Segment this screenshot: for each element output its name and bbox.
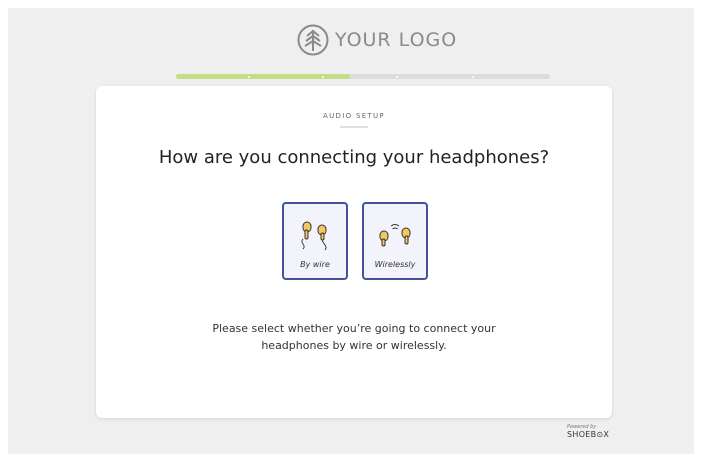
progress-bar <box>176 74 550 79</box>
option-label: Wirelessly <box>374 260 416 269</box>
logo: YOUR LOGO <box>297 24 457 56</box>
progress-step-dot <box>322 75 324 78</box>
wired-earbuds-icon <box>301 221 327 251</box>
wireless-earbuds-icon <box>379 224 411 247</box>
logo-text: YOUR LOGO <box>335 29 458 51</box>
page-title: How are you connecting your headphones? <box>158 147 550 168</box>
instruction-text: Please select whether you’re going to co… <box>212 322 496 352</box>
option-label: By wire <box>300 260 330 269</box>
setup-card: AUDIO SETUP How are you connecting your … <box>96 86 612 418</box>
page-background: YOUR LOGO AUDIO SETUP How are you connec… <box>8 8 694 454</box>
brand-logo: SHOEB⊙X <box>567 430 610 439</box>
progress-step-dot <box>396 75 398 78</box>
powered-by-badge[interactable]: Powered by SHOEB⊙X <box>567 424 627 440</box>
progress-step-dot <box>472 75 474 78</box>
by-wire-option[interactable]: By wire <box>282 202 348 280</box>
tree-icon <box>297 24 329 56</box>
eyebrow-divider <box>340 126 368 128</box>
wirelessly-option[interactable]: Wirelessly <box>362 202 428 280</box>
connection-options: By wire Wirelessly <box>282 202 428 280</box>
progress-step-dot <box>248 75 250 78</box>
section-eyebrow: AUDIO SETUP <box>323 112 385 120</box>
